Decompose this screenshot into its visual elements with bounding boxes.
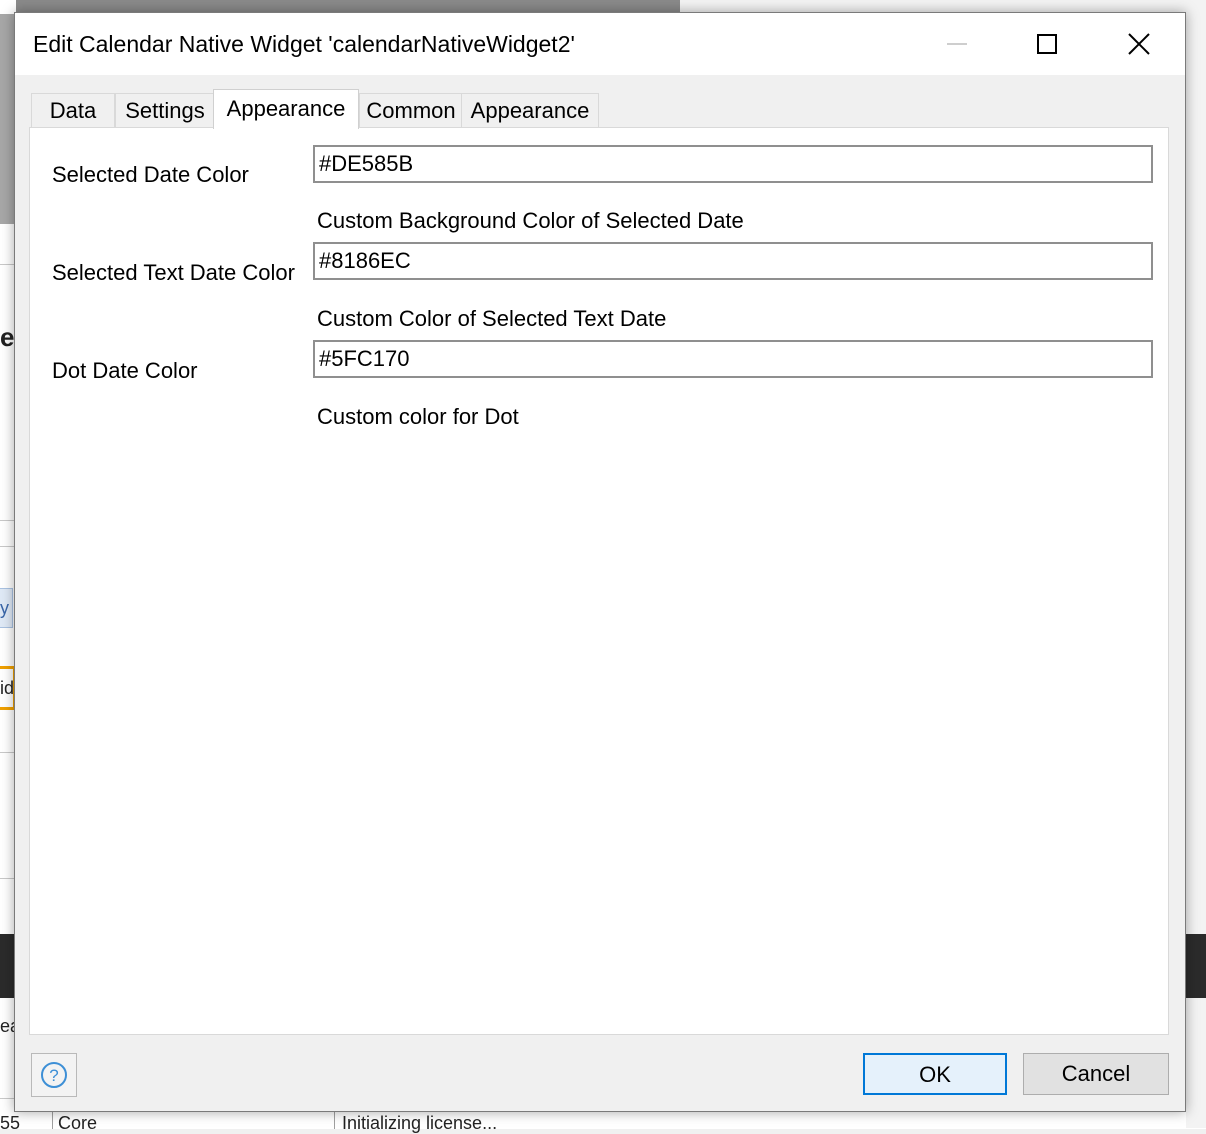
selected-date-color-description: Custom Background Color of Selected Date [317, 208, 744, 233]
edit-widget-dialog: Edit Calendar Native Widget 'calendarNat… [14, 12, 1186, 1112]
help-icon: ? [41, 1062, 67, 1088]
dialog-title: Edit Calendar Native Widget 'calendarNat… [33, 31, 575, 57]
selected-date-color-label: Selected Date Color [52, 162, 249, 187]
tab-common[interactable]: Common [359, 93, 463, 127]
help-button[interactable]: ? [31, 1053, 77, 1097]
title-bar[interactable]: Edit Calendar Native Widget 'calendarNat… [15, 13, 1185, 75]
background-right-edge [1186, 0, 1206, 1128]
close-icon [1128, 33, 1150, 55]
svg-text:?: ? [49, 1066, 58, 1085]
background-chip[interactable]: y [0, 588, 13, 628]
selected-text-date-color-input[interactable] [313, 242, 1153, 280]
selected-text-date-color-description: Custom Color of Selected Text Date [317, 306, 667, 331]
tab-settings[interactable]: Settings [115, 93, 215, 127]
cancel-button[interactable]: Cancel [1023, 1053, 1169, 1095]
ok-button[interactable]: OK [863, 1053, 1007, 1095]
minimize-icon [947, 43, 967, 45]
maximize-button[interactable] [1001, 13, 1093, 75]
tab-appearance-active[interactable]: Appearance [213, 89, 359, 129]
selected-text-date-color-label: Selected Text Date Color [52, 260, 295, 285]
tab-appearance-2[interactable]: Appearance [461, 93, 599, 127]
dot-date-color-input[interactable] [313, 340, 1153, 378]
dot-date-color-description: Custom color for Dot [317, 404, 519, 429]
output-col-source: Core [58, 1113, 98, 1133]
background-heading-fragment: e [0, 322, 15, 352]
minimize-button[interactable] [911, 13, 1003, 75]
selected-date-color-input[interactable] [313, 145, 1153, 183]
output-col-id: 55 [0, 1113, 21, 1133]
maximize-icon [1037, 34, 1057, 54]
tab-panel: Selected Date Color Custom Background Co… [29, 127, 1169, 1035]
close-button[interactable] [1093, 13, 1185, 75]
tab-data[interactable]: Data [31, 93, 115, 127]
dot-date-color-label: Dot Date Color [52, 358, 198, 383]
output-col-message: Initializing license... [342, 1113, 498, 1133]
